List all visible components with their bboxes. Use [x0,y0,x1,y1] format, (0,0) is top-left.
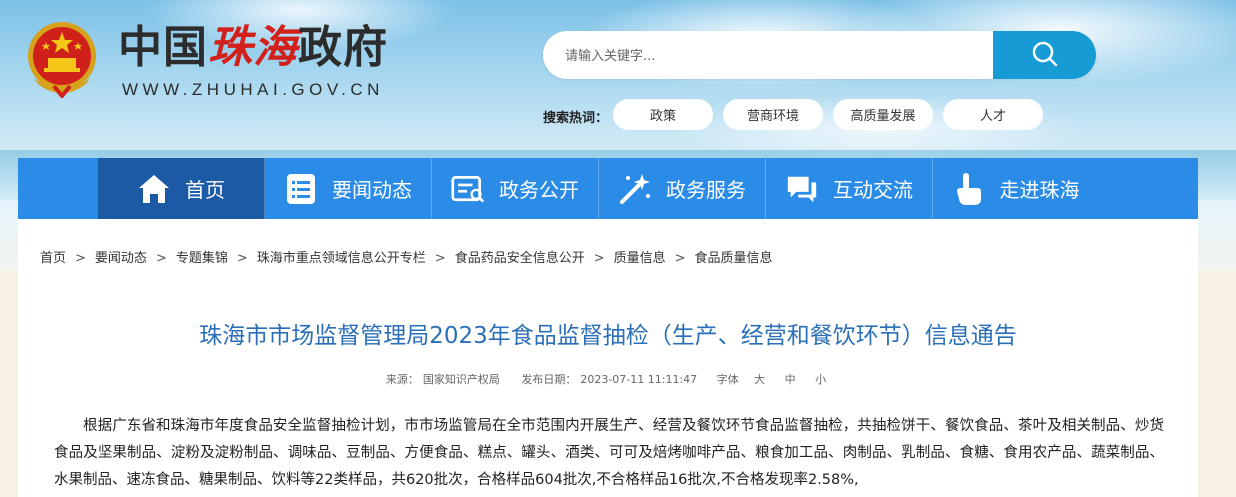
hotword-talent[interactable]: 人才 [943,99,1043,130]
font-size-large[interactable]: 大 [754,373,765,386]
site-domain: WWW.ZHUHAI.GOV.CN [122,80,384,99]
nav-item-label: 走进珠海 [999,178,1080,202]
site-title-accent: 珠海 [208,22,298,73]
hotword-policy[interactable]: 政策 [613,99,713,130]
hotwords-label: 搜索热词： [543,111,609,126]
source-label: 来源： [385,373,419,386]
article-meta: 来源： 国家知识产权局 发布日期： 2023-07-11 11:11:47 字体 大… [18,371,1198,387]
hotword-high-quality-development[interactable]: 高质量发展 [833,99,933,130]
nav-item-label: 政务公开 [499,178,579,202]
article-title: 珠海市市场监督管理局2023年食品监督抽检（生产、经营和餐饮环节）信息通告 [199,323,1017,349]
nav-item-news[interactable]: 要闻动态 [265,158,432,219]
breadcrumb-link[interactable]: 专题集锦 [176,251,228,266]
nav-item-about-zhuhai[interactable]: 走进珠海 [933,158,1098,219]
chat-icon [785,172,819,206]
site-title-part1: 中国 [118,22,208,73]
hotword-business-environment[interactable]: 营商环境 [723,99,823,130]
breadcrumb-link[interactable]: 质量信息 [614,251,666,266]
date-value: 2023-07-11 11:11:47 [580,373,698,386]
nav-item-label: 要闻动态 [332,178,412,202]
home-icon [137,172,171,206]
nav-item-government-services[interactable]: 政务服务 [599,158,766,219]
article-body: 根据广东省和珠海市年度食品安全监督抽检计划，市市场监管局在全市范围内开展生产、经… [54,418,1164,488]
breadcrumb-separator: > [593,251,605,266]
breadcrumb-separator: > [155,251,167,266]
search-box [543,31,1096,81]
font-size-medium[interactable]: 中 [785,373,796,386]
search-icon [1030,39,1060,72]
source-value: 国家知识产权局 [422,373,500,386]
breadcrumb-link[interactable]: 珠海市重点领域信息公开专栏 [257,251,426,266]
nav-item-government-affairs-disclosure[interactable]: 政务公开 [432,158,599,219]
document-icon [451,172,485,206]
breadcrumb-link[interactable]: 食品质量信息 [695,251,773,266]
pointer-hand-icon [952,172,986,206]
breadcrumb-separator: > [75,251,86,266]
main-nav: 首页 要闻动态 政务公开 政务服务 互动交流 走进珠海 [18,158,1198,219]
nav-item-label: 互动交流 [833,178,913,202]
main-content: 首页 > 要闻动态 > 专题集锦 > 珠海市重点领域信息公开专栏 > 食品药品安全信息公开 > 质量… [18,219,1198,497]
font-size-small[interactable]: 小 [815,373,826,386]
nav-item-interaction[interactable]: 互动交流 [766,158,933,219]
site-title[interactable]: 中国珠海政府 [118,22,388,74]
breadcrumb-separator: > [236,251,248,266]
breadcrumb: 首页 > 要闻动态 > 专题集锦 > 珠海市重点领域信息公开专栏 > 食品药品安全信息公开 > 质量… [40,247,773,266]
news-list-icon [284,172,318,206]
breadcrumb-separator: > [434,251,446,266]
date-label: 发布日期： [521,373,577,386]
search-input[interactable] [563,31,987,81]
magic-wand-icon [618,172,652,206]
search-button[interactable] [993,31,1096,79]
national-emblem-logo[interactable] [24,18,100,100]
breadcrumb-separator: > [674,251,686,266]
nav-item-label: 首页 [185,178,225,202]
site-title-part2: 政府 [298,22,388,73]
breadcrumb-link[interactable]: 要闻动态 [95,251,147,266]
font-size-label: 字体 [716,373,739,386]
breadcrumb-link[interactable]: 首页 [40,251,66,266]
nav-item-home[interactable]: 首页 [98,158,265,219]
breadcrumb-link[interactable]: 食品药品安全信息公开 [455,251,585,266]
nav-item-label: 政务服务 [666,178,746,202]
